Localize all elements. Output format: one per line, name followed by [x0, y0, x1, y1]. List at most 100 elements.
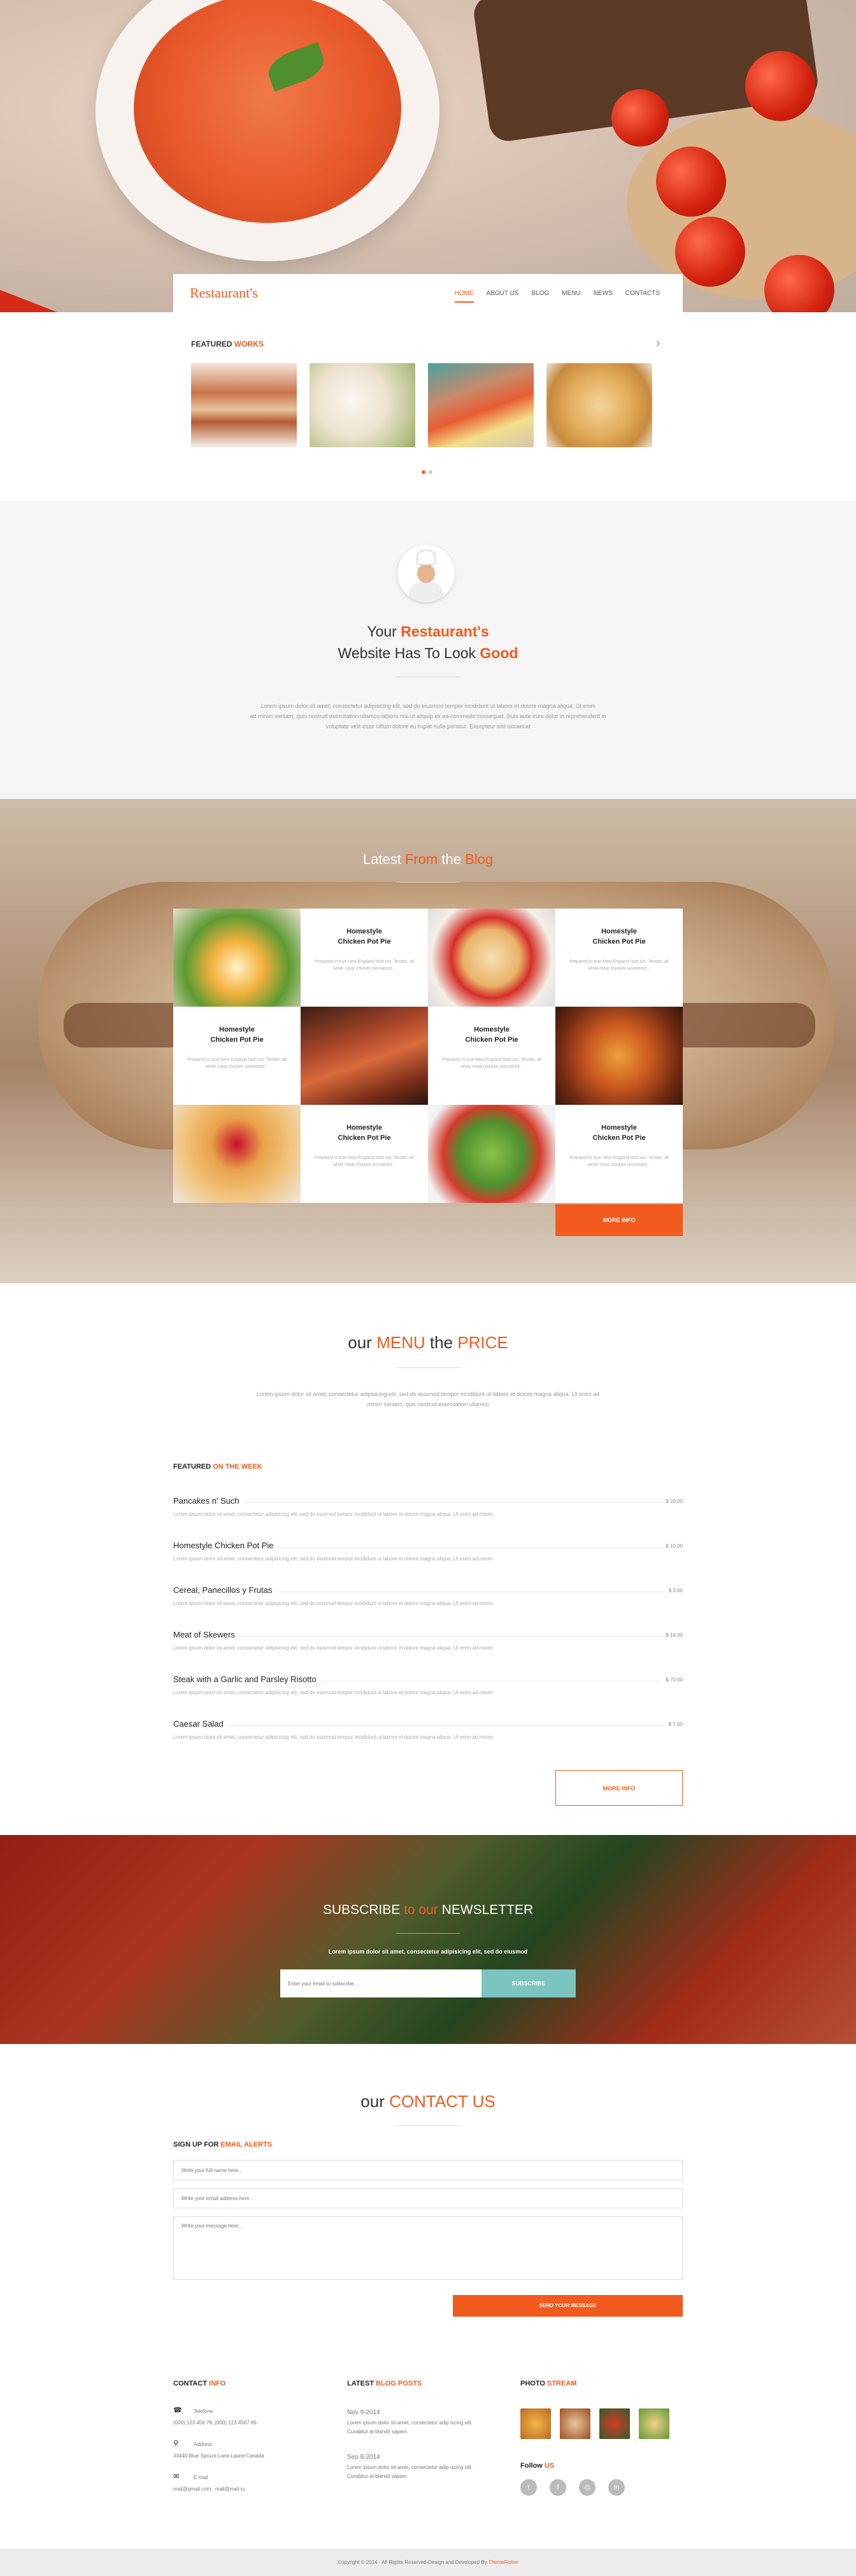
hero-image: Restaurant's HOME ABOUT US BLOG MENU NEW… [0, 0, 856, 312]
email-value[interactable]: mail@gmail.com , mail@mail.ru [173, 2485, 245, 2494]
menu-item-rule [173, 1636, 683, 1637]
nav-blog[interactable]: BLOG [525, 286, 555, 301]
nav-home[interactable]: HOME [448, 286, 480, 303]
photo-stream-image[interactable] [639, 2408, 669, 2439]
blog-title: Latest From the Blog [0, 851, 856, 868]
blog-title-d: Blog [465, 851, 494, 867]
featured-week-title: FEATURED ON THE WEEK [173, 1463, 262, 1471]
menu-item-desc: Lorem ipsum dolor sit amet, consectetur … [173, 1601, 494, 1606]
menu-item-price: $ 20.00 [663, 1499, 683, 1504]
about-heading-line2: Website Has To Look Good [0, 645, 856, 662]
contact-heading: our CONTACT US [0, 2092, 856, 2112]
blog-image[interactable] [555, 1007, 683, 1105]
blog-card-title: Homestyle Chicken Pot Pie [555, 926, 683, 947]
copyright-link[interactable]: ThemeFisher [489, 2559, 518, 2565]
blog-image[interactable] [301, 1007, 428, 1105]
blog-card-title-2: Chicken Pot Pie [592, 938, 646, 946]
menu-item[interactable]: Cereal, Panecillos y Frutas $ 3.00 Lorem i… [173, 1585, 683, 1630]
blog-card[interactable]: Homestyle Chicken Pot Pie Prepared in true… [555, 909, 683, 1007]
tomato-image [656, 147, 726, 217]
message-field[interactable] [173, 2216, 683, 2280]
send-message-button[interactable]: SEND YOUR MESSAGE [453, 2295, 683, 2317]
tomato-image [675, 217, 745, 287]
blog-card[interactable]: Homestyle Chicken Pot Pie Prepared in true… [555, 1105, 683, 1203]
logo[interactable]: Restaurant's [190, 285, 258, 301]
featured-work-image[interactable] [428, 363, 534, 447]
fp-a: LATEST [347, 2380, 374, 2387]
blog-card-title: Homestyle Chicken Pot Pie [301, 926, 428, 947]
tomato-soup-image [134, 0, 401, 223]
mail-icon: ✉ [173, 2473, 180, 2480]
dribbble-icon[interactable]: ◎ [579, 2479, 596, 2496]
post-date[interactable]: Sep 8-2014 [347, 2453, 380, 2462]
carousel-dot[interactable] [422, 470, 425, 474]
menu-item-name: Meat of Skewers [173, 1630, 239, 1639]
menu-item[interactable]: Pancakes n' Such $ 20.00 Lorem ipsum dolor… [173, 1496, 683, 1541]
blog-image[interactable] [173, 1105, 301, 1203]
post-date[interactable]: Nov 9-2014 [347, 2408, 380, 2417]
email-field[interactable] [173, 2188, 683, 2208]
name-field[interactable] [173, 2160, 683, 2180]
blog-card-title-2: Chicken Pot Pie [592, 1134, 646, 1142]
blog-image[interactable] [173, 909, 301, 1007]
menu-item[interactable]: Homestyle Chicken Pot Pie $ 10.00 Lorem ip… [173, 1541, 683, 1585]
menu-intro-2: minim veniam, quis nostrud exercitation … [367, 1401, 489, 1407]
blog-title-a: Latest [362, 851, 401, 867]
about-h2a: Website Has To Look [338, 645, 476, 661]
news-h-a: SUBSCRIBE [322, 1903, 401, 1917]
featured-title-b: WORKS [234, 340, 264, 349]
blog-more-info-button[interactable]: MORE INFO [555, 1204, 683, 1236]
signup-a: SIGN UP FOR [173, 2141, 219, 2148]
photo-stream-image[interactable] [520, 2408, 551, 2439]
blog-image[interactable] [428, 1105, 555, 1203]
menu-item-price: $ 14.00 [663, 1632, 683, 1638]
blog-card-title-2: Chicken Pot Pie [338, 938, 391, 946]
post-text-1: Lorem ipsum dolor sit amet, consectetur … [347, 2420, 473, 2426]
fweek-b: ON THE WEEK [213, 1463, 262, 1471]
news-h-b: to our [404, 1903, 438, 1917]
menu-item[interactable]: Caesar Salad $ 7.00 Lorem ipsum dolor sit … [173, 1719, 683, 1764]
featured-work-image[interactable] [191, 363, 297, 447]
blog-card-title: Homestyle Chicken Pot Pie [301, 1123, 428, 1143]
nav-menu[interactable]: MENU [555, 286, 587, 301]
fph-b: STREAM [546, 2380, 577, 2387]
featured-work-image[interactable] [546, 363, 652, 447]
follow-b: US [544, 2462, 555, 2470]
fph-a: PHOTO [520, 2380, 545, 2387]
menu-item[interactable]: Steak with a Garlic and Parsley Risotto $… [173, 1674, 683, 1719]
menu-item-name: Cereal, Panecillos y Frutas [173, 1585, 276, 1595]
menu-item[interactable]: Meat of Skewers $ 14.00 Lorem ipsum dolor … [173, 1630, 683, 1674]
menu-more-info-button[interactable]: MORE INFO [555, 1770, 683, 1806]
blog-image[interactable] [428, 909, 555, 1007]
nav-contacts[interactable]: CONTACTS [619, 286, 666, 301]
newsletter-email-input[interactable] [280, 1969, 481, 1997]
blog-card-title-2: Chicken Pot Pie [338, 1134, 391, 1142]
photo-stream-image[interactable] [599, 2408, 630, 2439]
blog-card[interactable]: Homestyle Chicken Pot Pie Prepared in true… [301, 1105, 428, 1203]
about-heading-line1: Your Restaurant's [0, 623, 856, 640]
blog-card-title-1: Homestyle [219, 1026, 255, 1033]
location-icon: ⚲ [173, 2440, 179, 2447]
carousel-dot[interactable] [429, 470, 432, 474]
blog-card[interactable]: Homestyle Chicken Pot Pie Prepared in true… [428, 1007, 555, 1105]
menu-h-b: MENU [376, 1333, 425, 1352]
blog-card[interactable]: Homestyle Chicken Pot Pie Prepared in true… [301, 909, 428, 1007]
subscribe-button[interactable]: SUBSCRIBE [481, 1969, 576, 1997]
about-text-2: ad minim veniam, quis nostrud exercitati… [250, 713, 606, 719]
next-arrow-icon[interactable]: › [656, 336, 660, 351]
nav-about[interactable]: ABOUT US [480, 286, 525, 301]
twitter-icon[interactable]: t [520, 2479, 537, 2496]
fweek-a: FEATURED [173, 1463, 211, 1471]
featured-work-image[interactable] [310, 363, 415, 447]
photo-stream-image[interactable] [560, 2408, 590, 2439]
linkedin-icon[interactable]: in [608, 2479, 625, 2496]
follow-a: Follow [520, 2462, 543, 2470]
blog-card-title-2: Chicken Pot Pie [210, 1036, 264, 1044]
blog-card[interactable]: Homestyle Chicken Pot Pie Prepared in true… [173, 1007, 301, 1105]
chef-face-shape [417, 564, 435, 583]
facebook-icon[interactable]: f [550, 2479, 566, 2496]
follow-title: Follow US [520, 2462, 554, 2470]
nav-news[interactable]: NEWS [587, 286, 619, 301]
menu-item-price: $ 7.00 [666, 1722, 683, 1727]
address-label: Address [194, 2442, 213, 2447]
